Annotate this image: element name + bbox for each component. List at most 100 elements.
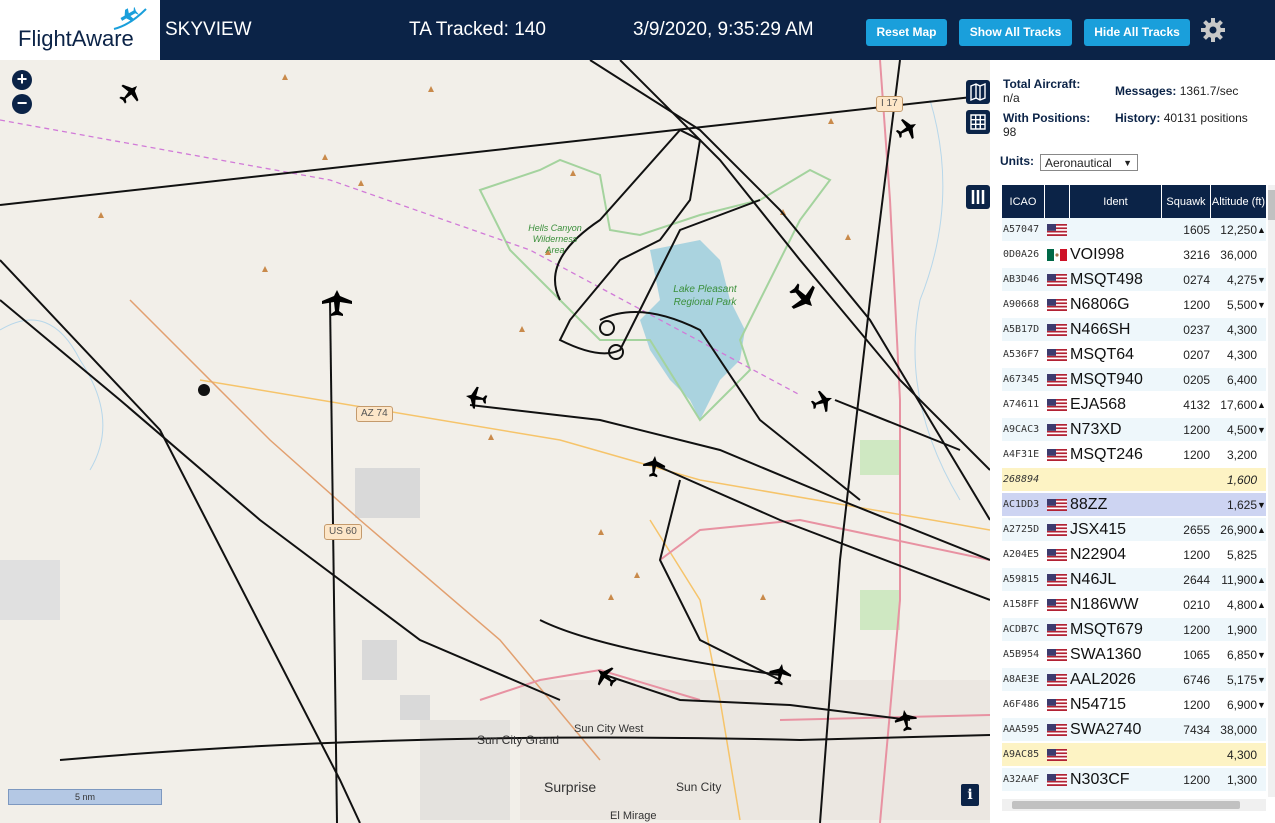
- table-hscroll-thumb[interactable]: [1012, 801, 1240, 809]
- gear-icon[interactable]: [1200, 17, 1226, 43]
- table-row[interactable]: A9CAC3 N73XD 1200 4,500 ▼: [1002, 418, 1266, 442]
- selected-aircraft-marker[interactable]: [198, 384, 210, 396]
- columns-toggle-button[interactable]: [966, 185, 990, 209]
- map-view[interactable]: Hells Canyon Wilderness Area Lake Pleasa…: [0, 60, 990, 823]
- altitude-cell: 4,500: [1226, 423, 1257, 437]
- altitude-cell: 10,525: [1212, 793, 1257, 797]
- ident-cell: N22904: [1070, 546, 1127, 563]
- icao-cell: AAA595: [1003, 724, 1040, 735]
- units-select[interactable]: Aeronautical ▼: [1040, 154, 1138, 171]
- table-row[interactable]: A67345 MSQT940 0205 6,400: [1002, 368, 1266, 392]
- table-row[interactable]: A9AC85 4,300: [1002, 743, 1266, 767]
- ident-cell: VOI998: [1070, 246, 1125, 263]
- zoom-in-button[interactable]: +: [12, 70, 32, 90]
- climb-arrow-icon: ▲: [1257, 793, 1266, 797]
- descend-arrow-icon: ▼: [1257, 275, 1266, 285]
- mx-flag-icon: [1047, 243, 1069, 267]
- climb-arrow-icon: ▲: [1257, 225, 1266, 235]
- table-scrollbar[interactable]: [1268, 185, 1275, 797]
- us-flag-icon: [1047, 293, 1069, 317]
- table-row[interactable]: A59815 N46JL 2644 11,900 ▲: [1002, 568, 1266, 592]
- messages-rate: Messages: 1361.7/sec: [1115, 84, 1238, 98]
- map-layer-button[interactable]: [966, 80, 990, 104]
- icao-cell: A5B17D: [1003, 324, 1040, 335]
- table-row[interactable]: A32AAF N303CF 1200 1,300: [1002, 768, 1266, 792]
- table-row[interactable]: A7F6DC N612HA160710,525▲: [1002, 793, 1266, 797]
- ident-cell: MSQT679: [1070, 621, 1143, 638]
- grid-toggle-button[interactable]: [966, 110, 990, 134]
- col-squawk[interactable]: Squawk: [1162, 185, 1211, 218]
- col-icao[interactable]: ICAO: [1002, 185, 1045, 218]
- map-area: [355, 468, 420, 518]
- us-flag-icon: [1047, 443, 1069, 467]
- table-row[interactable]: A4F31E MSQT246 1200 3,200: [1002, 443, 1266, 467]
- total-aircraft-value: n/a: [1003, 91, 1020, 105]
- ident-cell: EJA568: [1070, 396, 1127, 413]
- table-row[interactable]: 0D0A26 VOI998 3216 36,000: [1002, 243, 1266, 267]
- ident-cell: MSQT940: [1070, 371, 1143, 388]
- shield-i17: I 17: [876, 96, 903, 112]
- squawk-cell: 7434: [1183, 723, 1210, 737]
- label-el-mirage: El Mirage: [610, 810, 657, 822]
- table-row[interactable]: AAA595 SWA2740 7434 38,000: [1002, 718, 1266, 742]
- table-row[interactable]: A90668 N6806G 1200 5,500 ▼: [1002, 293, 1266, 317]
- table-row[interactable]: 268894 1,600: [1002, 468, 1266, 492]
- table-row[interactable]: AB3D46 MSQT498 0274 4,275 ▼: [1002, 268, 1266, 292]
- table-row[interactable]: A2725D JSX415 2655 26,900 ▲: [1002, 518, 1266, 542]
- table-row[interactable]: A57047 1605 12,250 ▲: [1002, 218, 1266, 242]
- reset-map-button[interactable]: Reset Map: [866, 19, 947, 46]
- trend-cell: [1257, 618, 1266, 642]
- table-scroll-thumb[interactable]: [1268, 190, 1275, 220]
- table-row[interactable]: A536F7 MSQT64 0207 4,300: [1002, 343, 1266, 367]
- icao-cell: A204E5: [1003, 549, 1040, 560]
- table-row[interactable]: A74611 EJA568 4132 17,600 ▲: [1002, 393, 1266, 417]
- us-flag-icon: [1047, 268, 1069, 292]
- icao-cell: A67345: [1003, 374, 1040, 385]
- us-flag-icon: [1047, 743, 1069, 767]
- messages-value: 1361.7/sec: [1179, 84, 1239, 98]
- hide-all-tracks-button[interactable]: Hide All Tracks: [1084, 19, 1190, 46]
- zoom-out-button[interactable]: −: [12, 94, 32, 114]
- squawk-cell: [1162, 468, 1210, 492]
- table-row[interactable]: A6F486 N54715 1200 6,900 ▼: [1002, 693, 1266, 717]
- altitude-cell: 6,850: [1226, 648, 1257, 662]
- col-altitude[interactable]: Altitude (ft): [1211, 185, 1266, 218]
- ident-cell: MSQT64: [1070, 346, 1135, 363]
- climb-arrow-icon: ▲: [1257, 600, 1266, 610]
- icao-cell: A32AAF: [1003, 774, 1040, 785]
- col-flag[interactable]: [1045, 185, 1070, 218]
- table-row[interactable]: AC1DD3 88ZZ 1,625 ▼: [1002, 493, 1266, 517]
- table-row[interactable]: A158FF N186WW 0210 4,800 ▲: [1002, 593, 1266, 617]
- table-row[interactable]: ACDB7C MSQT679 1200 1,900: [1002, 618, 1266, 642]
- altitude-cell: 5,825: [1226, 548, 1257, 562]
- icao-cell: AC1DD3: [1003, 499, 1040, 510]
- altitude-cell: 11,900: [1221, 573, 1257, 587]
- show-all-tracks-button[interactable]: Show All Tracks: [959, 19, 1072, 46]
- table-row[interactable]: A8AE3E AAL2026 6746 5,175 ▼: [1002, 668, 1266, 692]
- squawk-cell: 6746: [1183, 673, 1210, 687]
- aircraft-table[interactable]: ICAO Ident Squawk Altitude (ft) A57047 16…: [1002, 185, 1266, 797]
- label-surprise: Surprise: [544, 779, 597, 795]
- squawk-cell: 2644: [1183, 573, 1210, 587]
- altitude-cell: 5,175: [1226, 673, 1257, 687]
- ident-cell: 88ZZ: [1070, 496, 1108, 513]
- descend-arrow-icon: ▼: [1257, 500, 1266, 510]
- table-row[interactable]: A204E5 N22904 1200 5,825: [1002, 543, 1266, 567]
- squawk-cell: 3216: [1183, 248, 1210, 262]
- map-canvas[interactable]: [0, 60, 990, 823]
- altitude-cell: 1,600: [1226, 473, 1257, 487]
- squawk-cell: 1607: [1162, 793, 1210, 797]
- squawk-cell: 0205: [1183, 373, 1210, 387]
- icao-cell: A5B954: [1003, 649, 1040, 660]
- messages-label: Messages:: [1115, 84, 1177, 98]
- us-flag-icon: [1047, 643, 1069, 667]
- us-flag-icon: [1047, 343, 1069, 367]
- table-row[interactable]: A5B954 SWA1360 1065 6,850 ▼: [1002, 643, 1266, 667]
- map-area: [400, 695, 430, 720]
- squawk-cell: 1200: [1183, 698, 1210, 712]
- info-button[interactable]: i: [961, 784, 979, 806]
- flightaware-logo[interactable]: FlightAware: [0, 0, 160, 60]
- col-ident[interactable]: Ident: [1070, 185, 1162, 218]
- table-row[interactable]: A5B17D N466SH 0237 4,300: [1002, 318, 1266, 342]
- us-flag-icon: [1047, 718, 1069, 742]
